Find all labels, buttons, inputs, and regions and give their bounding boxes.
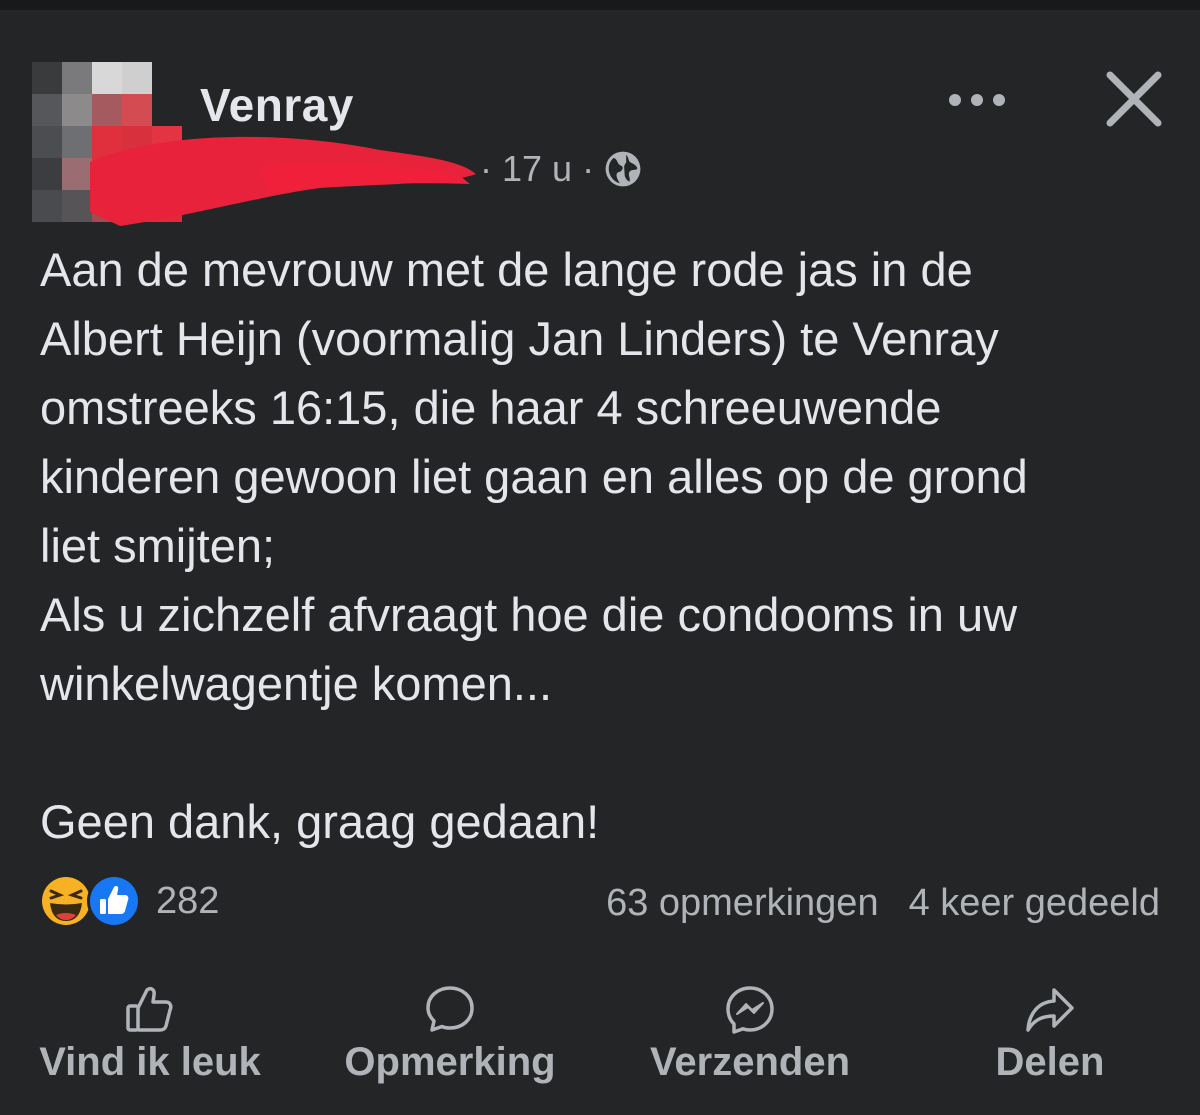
post-card: Venray · 17 u · Aan de mevrouw met de la…	[0, 10, 1200, 1115]
like-label: Vind ik leuk	[39, 1040, 261, 1084]
reactions-summary[interactable]: 282	[38, 872, 219, 930]
share-label: Delen	[995, 1040, 1105, 1084]
comment-icon	[426, 986, 474, 1032]
page-name[interactable]: Venray	[200, 78, 354, 132]
comment-button[interactable]: Opmerking	[300, 980, 600, 1100]
send-button[interactable]: Verzenden	[600, 980, 900, 1100]
post-closing-line: Geen dank, graag gedaan!	[40, 795, 600, 848]
post-text: Aan de mevrouw met de lange rode jas in …	[40, 235, 1170, 856]
shares-count-link[interactable]: 4 keer gedeeld	[909, 882, 1160, 925]
post-meta: · 17 u ·	[480, 148, 642, 190]
messenger-icon	[726, 986, 774, 1034]
dot-icon	[949, 94, 961, 106]
post-text-line: Als u zichzelf afvraagt hoe die condooms…	[40, 588, 1018, 641]
reaction-count: 282	[156, 879, 220, 922]
like-button[interactable]: Vind ik leuk	[0, 980, 300, 1100]
dot-icon	[993, 94, 1005, 106]
post-stats: 63 opmerkingen 4 keer gedeeld	[606, 882, 1160, 925]
more-options-button[interactable]	[940, 80, 1014, 120]
close-icon[interactable]	[1100, 65, 1168, 133]
globe-icon	[605, 151, 641, 187]
share-button[interactable]: Delen	[900, 980, 1200, 1100]
share-arrow-icon	[1026, 988, 1074, 1032]
like-icon	[87, 874, 141, 928]
send-label: Verzenden	[649, 1040, 851, 1084]
post-text-line: liet smijten;	[40, 519, 276, 572]
comments-count-link[interactable]: 63 opmerkingen	[606, 882, 879, 925]
post-text-line: Albert Heijn (voormalig Jan Linders) te …	[40, 312, 999, 365]
post-time[interactable]: 17 u	[502, 148, 572, 190]
thumbs-up-icon	[126, 986, 173, 1032]
dot-icon	[971, 94, 983, 106]
post-text-line: Aan de mevrouw met de lange rode jas in …	[40, 243, 973, 296]
redaction-scribble	[90, 136, 476, 226]
post-text-line: winkelwagentje komen...	[40, 657, 553, 710]
post-text-line: omstreeks 16:15, die haar 4 schreeuwende	[40, 381, 942, 434]
meta-separator: ·	[582, 148, 595, 189]
top-bar	[0, 0, 1200, 10]
comment-label: Opmerking	[344, 1040, 556, 1084]
action-bar: Vind ik leuk Opmerking Verzenden Delen	[0, 980, 1200, 1100]
meta-separator: ·	[480, 148, 492, 189]
post-text-line: kinderen gewoon liet gaan en alles op de…	[40, 450, 1028, 503]
